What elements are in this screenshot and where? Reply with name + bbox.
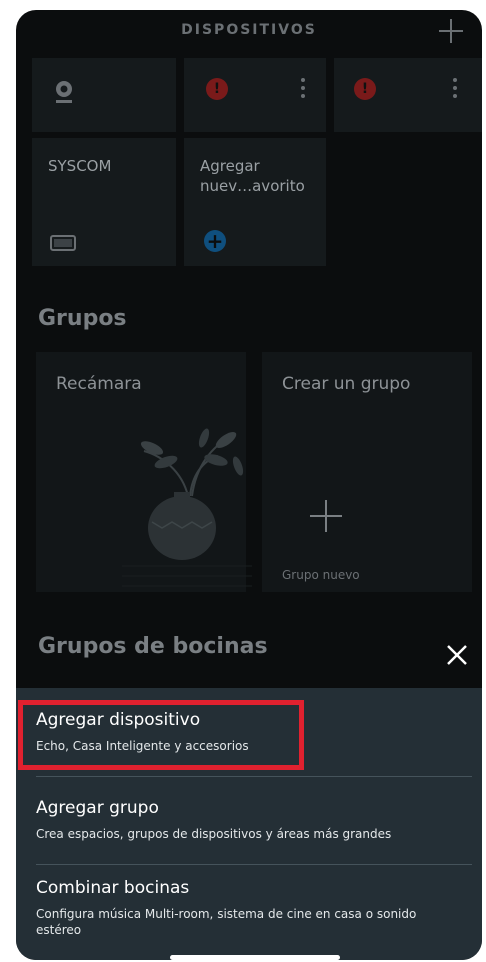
alert-icon: ! — [206, 78, 228, 100]
groups-title: Grupos — [38, 306, 127, 331]
option-subtitle: Crea espacios, grupos de dispositivos y … — [36, 827, 392, 841]
camera-icon — [56, 81, 72, 103]
plus-icon[interactable] — [436, 16, 466, 46]
group-label: Recámara — [56, 374, 142, 394]
option-subtitle: Configura música Multi-room, sistema de … — [36, 907, 417, 937]
add-favorite-tile[interactable]: Agregar nuev…avorito + — [184, 138, 326, 266]
header: DISPOSITIVOS — [16, 10, 482, 52]
more-options-icon[interactable] — [452, 78, 458, 100]
device-tile[interactable] — [32, 58, 176, 132]
monitor-icon — [50, 235, 76, 251]
device-label: Agregar nuev…avorito — [200, 156, 305, 196]
more-options-icon[interactable] — [300, 78, 306, 100]
add-group-option[interactable]: Agregar grupo Crea espacios, grupos de d… — [36, 798, 391, 842]
speaker-groups-title: Grupos de bocinas — [38, 634, 268, 659]
alert-icon: ! — [354, 78, 376, 100]
group-label: Crear un grupo — [282, 374, 411, 394]
label-line-1: Agregar — [200, 157, 260, 175]
device-label: SYSCOM — [48, 157, 112, 175]
divider — [36, 776, 472, 777]
device-tile[interactable]: ! — [184, 58, 326, 132]
group-card-recamara[interactable]: Recámara — [36, 352, 252, 592]
plus-icon — [310, 500, 342, 532]
device-tile[interactable]: ! — [334, 58, 482, 132]
combine-speakers-option[interactable]: Combinar bocinas Configura música Multi-… — [36, 878, 462, 938]
create-group-card[interactable]: Crear un grupo Grupo nuevo — [262, 352, 472, 592]
home-indicator — [170, 955, 340, 960]
page-title: DISPOSITIVOS — [181, 22, 317, 38]
device-tile-syscom[interactable]: SYSCOM — [32, 138, 176, 266]
option-title: Agregar grupo — [36, 798, 159, 818]
plant-vase-icon — [122, 428, 252, 587]
highlight-box — [18, 700, 304, 770]
label-line-2: nuev…avorito — [200, 177, 305, 195]
close-icon[interactable] — [444, 642, 470, 668]
option-title: Combinar bocinas — [36, 878, 190, 898]
divider — [36, 864, 472, 865]
add-circle-icon: + — [204, 230, 226, 252]
new-group-label: Grupo nuevo — [282, 568, 360, 582]
app-screen: DISPOSITIVOS ! ! SYSCOM Agregar nuev…avo… — [16, 10, 482, 960]
